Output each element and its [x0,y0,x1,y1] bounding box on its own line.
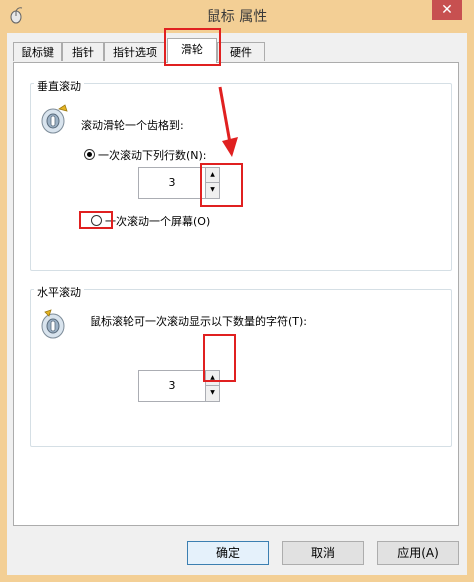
ok-button[interactable]: 确定 [187,541,269,565]
highlight-box-lines-spinner [200,163,243,207]
ok-label: 确定 [215,546,240,560]
tab-label: 指针 [72,46,94,59]
radio-screen-label: 一次滚动一个屏幕(O) [105,215,211,228]
annotation-arrow [218,86,238,157]
close-icon: ✕ [441,2,453,18]
apply-button[interactable]: 应用(A) [377,541,459,565]
cancel-button[interactable]: 取消 [282,541,364,565]
tab-hardware[interactable]: 硬件 [217,42,265,61]
vertical-group-title: 垂直滚动 [34,78,84,94]
tab-label: 滑轮 [181,43,203,56]
apply-label: 应用(A) [397,546,439,560]
title-bar: 鼠标 属性 ✕ [0,0,474,33]
radio-lines[interactable] [84,149,95,160]
tab-label: 指针选项 [113,46,157,59]
vertical-description: 滚动滑轮一个齿格到: [81,119,184,132]
spin-down-button[interactable]: ▼ [205,386,219,401]
close-button[interactable]: ✕ [432,0,462,20]
lines-value: 3 [168,176,176,189]
tab-label: 硬件 [230,46,252,59]
tab-pointers[interactable]: 指针 [62,42,104,61]
tab-buttons[interactable]: 鼠标键 [13,42,62,61]
arrow-down-icon: ▼ [210,389,215,396]
horizontal-group-title: 水平滚动 [34,284,84,300]
tab-label: 鼠标键 [21,46,54,59]
chars-value: 3 [168,379,176,392]
tab-wheel[interactable]: 滑轮 [167,38,217,63]
tab-pointer-options[interactable]: 指针选项 [104,42,166,61]
window-title: 鼠标 属性 [206,9,268,25]
wheel-tilt-icon [41,309,65,339]
wheel-icon [41,104,68,134]
cancel-label: 取消 [310,546,335,560]
radio-lines-label: 一次滚动下列行数(N): [98,149,207,162]
horizontal-description: 鼠标滚轮可一次滚动显示以下数量的字符(T): [90,315,308,328]
highlight-box-screen-radio [79,211,113,229]
highlight-box-chars-spinner [203,334,236,382]
radio-selected-dot [87,152,92,157]
